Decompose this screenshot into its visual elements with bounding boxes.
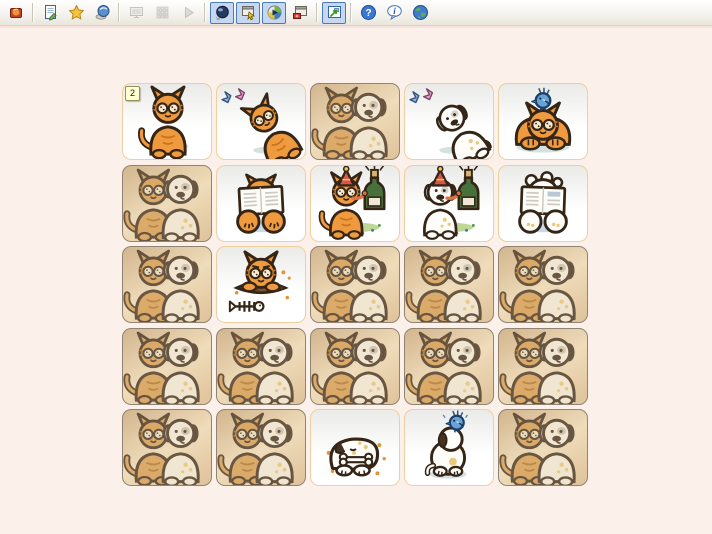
card-dog-newspaper[interactable] (498, 165, 588, 242)
card-face-down[interactable] (404, 328, 494, 405)
pair-count-badge: 2 (125, 86, 140, 101)
star-icon (68, 4, 85, 21)
toolbar-separator (204, 3, 206, 22)
website-button[interactable] (408, 2, 432, 24)
card-cat-fishbone[interactable] (216, 246, 306, 323)
card-face-down[interactable] (498, 246, 588, 323)
toolbar-separator (316, 3, 318, 22)
toggle-pictures-button[interactable] (236, 2, 260, 24)
screen-icon (128, 4, 145, 21)
card-face-down[interactable] (310, 83, 400, 160)
favorites-button[interactable] (64, 2, 88, 24)
card-face-down[interactable] (404, 246, 494, 323)
fullscreen-icon (326, 4, 343, 21)
slideshow-button (124, 2, 148, 24)
card-face-down[interactable] (498, 328, 588, 405)
info-bubble-icon: i (386, 4, 403, 21)
edit-cards-button[interactable] (38, 2, 62, 24)
svg-text:?: ? (365, 8, 371, 19)
card-cat-butterflies[interactable] (216, 83, 306, 160)
page-edit-icon (42, 4, 59, 21)
card-face-down[interactable] (498, 409, 588, 486)
card-face-down[interactable] (310, 328, 400, 405)
grid-size-button (150, 2, 174, 24)
toolbar-separator (32, 3, 34, 22)
card-face-down[interactable] (216, 409, 306, 486)
window-cursor-icon (240, 4, 257, 21)
card-cat-newspaper[interactable] (216, 165, 306, 242)
card-dog-bone[interactable] (310, 409, 400, 486)
card-face-down[interactable] (310, 246, 400, 323)
help-button[interactable]: ? (356, 2, 380, 24)
about-button[interactable]: i (382, 2, 406, 24)
toggle-sounds-button[interactable] (210, 2, 234, 24)
card-cat-with-bird[interactable] (498, 83, 588, 160)
card-face-down[interactable] (122, 328, 212, 405)
game-tile-icon (8, 4, 25, 21)
card-face-down[interactable] (216, 328, 306, 405)
card-face-down[interactable] (122, 165, 212, 242)
toggle-video-button[interactable] (288, 2, 312, 24)
card-face-down[interactable] (122, 246, 212, 323)
fullscreen-button[interactable] (322, 2, 346, 24)
sphere-icon (94, 4, 111, 21)
help-icon: ? (360, 4, 377, 21)
toolbar-separator (118, 3, 120, 22)
window-red-icon (292, 4, 309, 21)
card-dog-party[interactable] (404, 165, 494, 242)
card-cat-sitting[interactable]: 2 (122, 83, 212, 160)
play-button (176, 2, 200, 24)
game-board: 2 (122, 83, 588, 486)
shuffle-button[interactable] (90, 2, 114, 24)
toolbar-separator (350, 3, 352, 22)
card-dog-bird[interactable] (404, 409, 494, 486)
card-cat-party[interactable] (310, 165, 400, 242)
grid-icon (154, 4, 171, 21)
globe-icon (412, 4, 429, 21)
dark-sphere-icon (214, 4, 231, 21)
play-icon (180, 4, 197, 21)
media-player-icon (266, 4, 283, 21)
card-dog-butterflies[interactable] (404, 83, 494, 160)
app-window: ?i 2 (0, 0, 712, 534)
new-game-button[interactable] (4, 2, 28, 24)
toolbar: ?i (0, 0, 712, 26)
toggle-media-button[interactable] (262, 2, 286, 24)
card-face-down[interactable] (122, 409, 212, 486)
